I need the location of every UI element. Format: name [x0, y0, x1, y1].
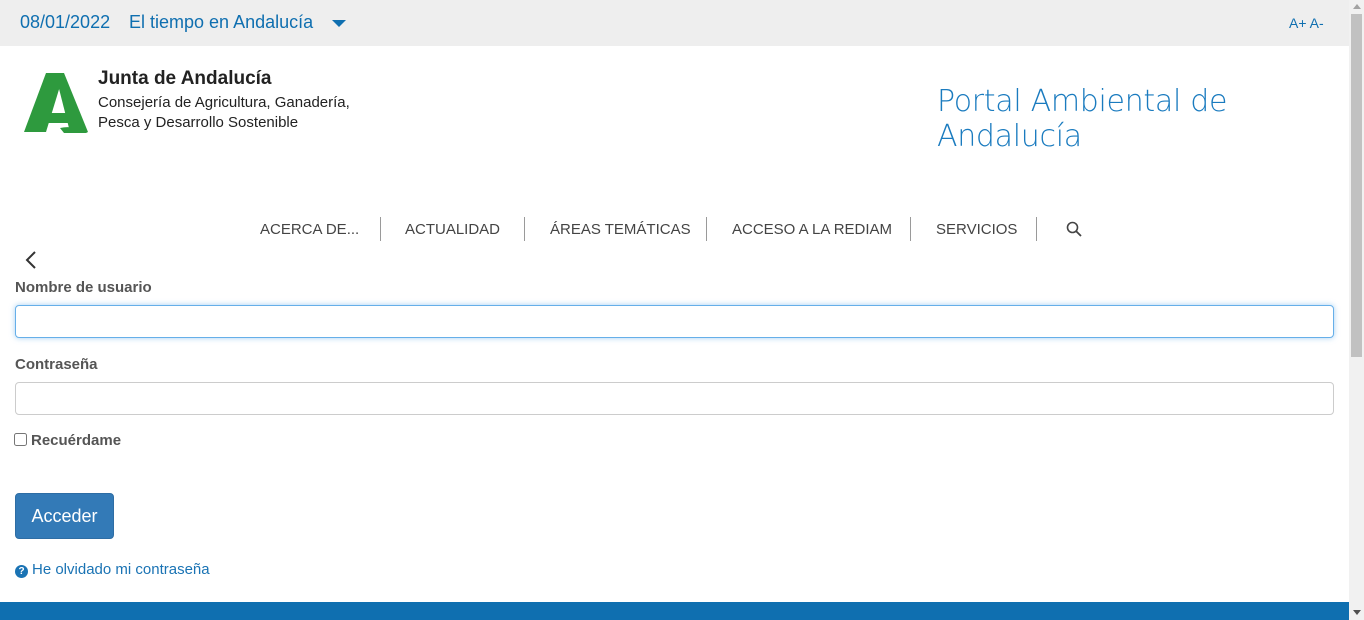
remember-me-label: Recuérdame [31, 432, 122, 449]
search-icon[interactable] [1066, 221, 1082, 237]
nav-item-areas-tematicas[interactable]: ÁREAS TEMÁTICAS [550, 221, 691, 238]
portal-title[interactable]: Portal Ambiental de Andalucía [937, 84, 1364, 154]
nav-item-acerca[interactable]: ACERCA DE... [260, 221, 359, 238]
font-decrease-button[interactable]: A- [1310, 15, 1324, 31]
scroll-up-icon[interactable] [1353, 4, 1361, 9]
nav-divider [524, 217, 525, 241]
department-name: Consejería de Agricultura, Ganadería, Pe… [98, 93, 398, 132]
weather-link[interactable]: El tiempo en Andalucía [129, 12, 313, 33]
scroll-down-icon[interactable] [1353, 610, 1361, 615]
remember-me[interactable]: Recuérdame [14, 432, 121, 449]
password-label: Contraseña [15, 356, 98, 373]
org-name: Junta de Andalucía [98, 68, 272, 89]
password-input[interactable] [15, 382, 1334, 415]
nav-divider [706, 217, 707, 241]
top-bar: 08/01/2022 El tiempo en Andalucía A+ A- [0, 0, 1349, 46]
font-size-controls: A+ A- [1289, 15, 1324, 31]
department-line-2: Pesca y Desarrollo Sostenible [98, 113, 299, 131]
department-line-1: Consejería de Agricultura, Ganadería, [98, 94, 350, 111]
junta-andalucia-logo[interactable] [24, 73, 88, 133]
login-button[interactable]: Acceder [15, 493, 114, 539]
vertical-scrollbar[interactable] [1349, 0, 1364, 620]
nav-divider [380, 217, 381, 241]
question-circle-icon: ? [15, 565, 28, 578]
forgot-password-label: He olvidado mi contraseña [32, 561, 210, 578]
current-date: 08/01/2022 [20, 12, 111, 32]
username-input[interactable] [15, 305, 1334, 338]
nav-item-servicios[interactable]: SERVICIOS [936, 221, 1017, 238]
caret-down-icon[interactable] [332, 20, 346, 27]
chevron-left-icon[interactable] [24, 251, 38, 269]
forgot-password-link[interactable]: ? He olvidado mi contraseña [15, 561, 210, 578]
username-label: Nombre de usuario [15, 279, 152, 296]
nav-item-acceso-rediam[interactable]: ACCESO A LA REDIAM [732, 221, 892, 238]
nav-divider [910, 217, 911, 241]
nav-item-actualidad[interactable]: ACTUALIDAD [405, 221, 500, 238]
footer-bar [0, 602, 1349, 620]
scrollbar-thumb[interactable] [1351, 14, 1362, 357]
font-increase-button[interactable]: A+ [1289, 15, 1307, 31]
main-nav: ACERCA DE... ACTUALIDAD ÁREAS TEMÁTICAS … [0, 215, 1349, 243]
remember-me-checkbox[interactable] [14, 433, 27, 446]
nav-divider [1036, 217, 1037, 241]
